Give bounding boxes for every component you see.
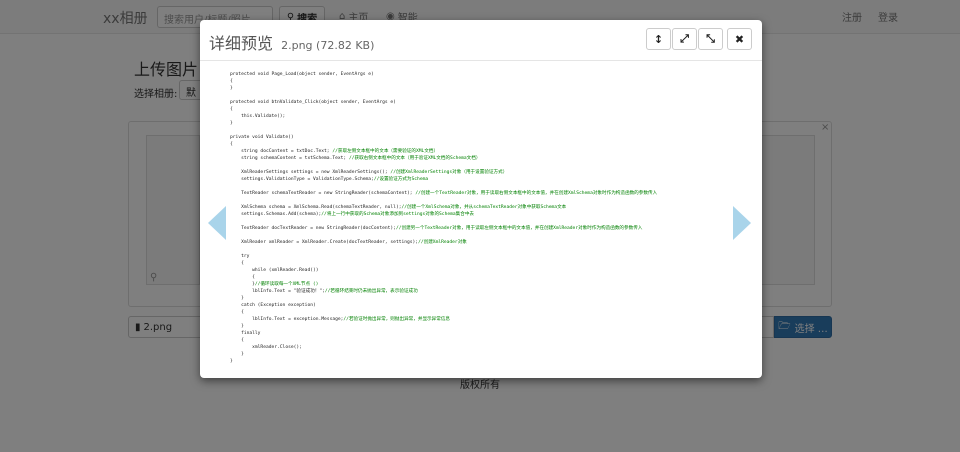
code-line: TextReader schemaTextReader = new String…	[230, 191, 658, 196]
code-line: XmlReader xmlReader = XmlReader.Create(d…	[230, 240, 467, 245]
close-icon: ✖	[734, 32, 745, 46]
code-line: finally	[230, 331, 261, 336]
fullscreen-button[interactable]: ⤢	[672, 28, 697, 50]
code-line: }	[230, 86, 233, 91]
arrows-vertical-icon: ↕	[653, 32, 664, 46]
code-line: {	[230, 79, 233, 84]
preview-image-code: protected void Page_Load(object sender, …	[230, 71, 730, 371]
code-line: lblInfo.Text = exception.Message;//若验证时抛…	[230, 317, 451, 322]
code-line: {	[230, 338, 244, 343]
code-line: {	[230, 275, 255, 280]
fullscreen-icon: ⤢	[680, 32, 689, 45]
code-line: try	[230, 254, 250, 259]
code-line: }//循环读取每一个XML节点 ()	[230, 282, 319, 287]
code-line: settings.ValidationType = ValidationType…	[230, 177, 429, 182]
code-line: {	[230, 261, 244, 266]
code-line: XmlSchema schema = XmlSchema.Read(schema…	[230, 205, 567, 210]
code-line: }	[230, 359, 233, 364]
modal-file-info: 2.png (72.82 KB)	[281, 39, 375, 52]
code-line: {	[230, 107, 233, 112]
code-line: XmlReaderSettings settings = new XmlRead…	[230, 170, 508, 175]
code-line: this.Validate();	[230, 114, 286, 119]
code-line: protected void btnValidate_Click(object …	[230, 100, 396, 105]
code-line: lblInfo.Text = "验证成功！";//若循环结束时仍未抛出异常，表示…	[230, 289, 418, 294]
code-line: settings.Schemas.Add(schema);//将上一行中获取的S…	[230, 212, 475, 217]
detail-preview-modal: 详细预览 2.png (72.82 KB) ↕ ⤢ ⤡ ✖ protected …	[200, 20, 762, 378]
code-line: catch (Exception exception)	[230, 303, 316, 308]
code-line: xmlReader.Close();	[230, 345, 302, 350]
modal-title: 详细预览 2.png (72.82 KB)	[209, 30, 374, 54]
code-line: }	[230, 121, 233, 126]
resize-diagonal-icon: ⤡	[706, 32, 715, 45]
borderless-button[interactable]: ⤡	[698, 28, 723, 50]
code-line: string docContent = txtDoc.Text; //获取左侧文…	[230, 149, 439, 154]
code-line: {	[230, 310, 244, 315]
toggle-header-button[interactable]: ↕	[646, 28, 671, 50]
code-line: }	[230, 352, 244, 357]
prev-image-arrow-icon[interactable]	[208, 206, 226, 240]
modal-body: protected void Page_Load(object sender, …	[200, 61, 762, 378]
code-line: private void Validate()	[230, 135, 294, 140]
modal-header: 详细预览 2.png (72.82 KB) ↕ ⤢ ⤡ ✖	[200, 20, 762, 61]
modal-title-text: 详细预览	[209, 34, 274, 53]
code-line: protected void Page_Load(object sender, …	[230, 72, 374, 77]
code-line: {	[230, 142, 233, 147]
next-image-arrow-icon[interactable]	[733, 206, 751, 240]
code-line: }	[230, 324, 244, 329]
code-line: TextReader docTextReader = new StringRea…	[230, 226, 643, 231]
code-line: while (xmlReader.Read())	[230, 268, 319, 273]
code-line: }	[230, 296, 244, 301]
close-button[interactable]: ✖	[727, 28, 752, 50]
code-line: string schemaContent = txtSchema.Text; /…	[230, 156, 481, 161]
